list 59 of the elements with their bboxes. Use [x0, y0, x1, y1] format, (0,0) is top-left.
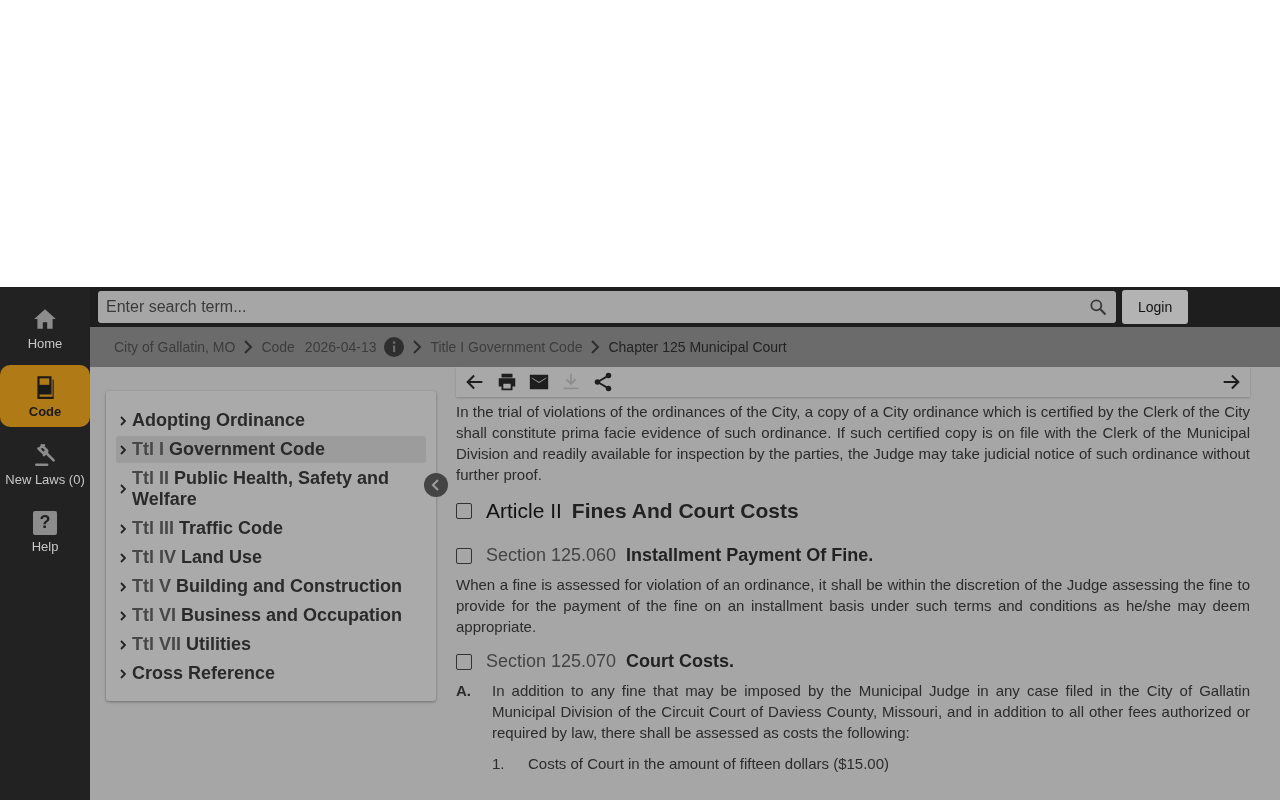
checkbox[interactable]: [456, 653, 472, 670]
chevron-right-icon: [120, 639, 126, 650]
list-marker: A.: [456, 681, 472, 701]
toc-item[interactable]: Ttl VI Business and Occupation: [116, 602, 426, 629]
chevron-right-icon: [243, 340, 254, 354]
toc-item-label: Cross Reference: [132, 663, 276, 684]
nav-item[interactable]: Home: [0, 297, 90, 359]
chevron-right-icon: [120, 668, 126, 679]
article-title: Fines And Court Costs: [571, 499, 799, 523]
print-icon[interactable]: [496, 371, 518, 393]
chevron-right-icon: [120, 581, 126, 592]
chevron-right-icon: [120, 610, 126, 621]
toc-item[interactable]: Ttl V Building and Construction: [116, 573, 426, 600]
share-icon[interactable]: [592, 371, 614, 393]
gavel-icon: [32, 441, 58, 468]
toc-item-label: Ttl VII Utilities: [132, 634, 252, 655]
help-icon: ?: [33, 510, 57, 535]
toc-item[interactable]: Ttl VII Utilities: [116, 631, 426, 658]
chevron-right-icon: [120, 523, 126, 534]
nav-item[interactable]: Code: [0, 365, 90, 427]
info-icon[interactable]: [384, 337, 405, 357]
chevron-right-icon: [590, 340, 601, 354]
section-number: Section 125.070: [486, 651, 617, 672]
nav-item[interactable]: New Laws (0): [0, 433, 90, 495]
toc-item-label: Ttl V Building and Construction: [132, 576, 402, 597]
checkbox[interactable]: [456, 503, 472, 519]
list-marker: 1.: [492, 754, 506, 774]
section-title: Court Costs.: [626, 651, 735, 672]
collapse-panel-button[interactable]: [424, 473, 448, 497]
body-paragraph: When a fine is assessed for violation of an ordinance, it shall be within the discretion of the Judge assessing the fine to provide for the payment of the fine on an installment basis under such terms and conditions as he/she may deem appropriate.: [456, 575, 1250, 637]
article-number: Article II: [486, 499, 562, 523]
list-item-text: Costs of Court in the amount of fifteen dollars ($15.00): [528, 754, 891, 774]
checkbox[interactable]: [456, 547, 472, 564]
toc-item[interactable]: Ttl I Government Code: [116, 436, 426, 463]
toc-item[interactable]: Ttl II Public Health, Safety and Welfare: [116, 465, 426, 513]
search-icon[interactable]: [1088, 297, 1108, 317]
toc-item-label: Ttl III Traffic Code: [132, 518, 284, 539]
chevron-right-icon: [120, 552, 126, 563]
chevron-right-icon: [120, 415, 126, 426]
toc-item-label: Ttl IV Land Use: [132, 547, 263, 568]
toc-item[interactable]: Ttl IV Land Use: [116, 544, 426, 571]
chevron-right-icon: [120, 444, 126, 455]
toc-item-label: Ttl II Public Health, Safety and Welfare: [132, 468, 391, 510]
nav-item[interactable]: ? Help: [0, 501, 90, 563]
section-title: Installment Payment Of Fine.: [626, 545, 874, 566]
list-item-text: In addition to any fine that may be imposed by the Municipal Judge in any case filed in the City of Gallatin Municipal Division of the Circuit Court of Daviess County, Missouri, and in addition to all other fees authorized or required by law, there shall be assessed as costs the following:: [492, 681, 1250, 743]
toc-item[interactable]: Ttl III Traffic Code: [116, 515, 426, 542]
chevron-right-icon: [412, 340, 423, 354]
login-button[interactable]: Login: [1122, 290, 1189, 324]
body-paragraph: In the trial of violations of the ordinances of the City, a copy of a City ordinance which is certified by the Clerk of the City shall constitute prima facie evidence of such ordinance. If such certified copy is on file with the Clerk of the Municipal Division and readily available for inspection by the parties, the Judge may take judicial notice of such ordinance without further proof.: [456, 402, 1250, 485]
toc-item-label: Adopting Ordinance: [132, 410, 305, 431]
toc-item-label: Ttl I Government Code: [132, 439, 326, 460]
section-number: Section 125.060: [486, 545, 617, 566]
toc-item-label: Ttl VI Business and Occupation: [132, 605, 403, 626]
toc-item[interactable]: Adopting Ordinance: [116, 407, 426, 434]
chevron-left-icon: [431, 479, 441, 491]
chevron-right-icon: [120, 484, 126, 494]
toc-item[interactable]: Cross Reference: [116, 660, 426, 687]
search-field[interactable]: Enter search term...: [98, 291, 1116, 323]
